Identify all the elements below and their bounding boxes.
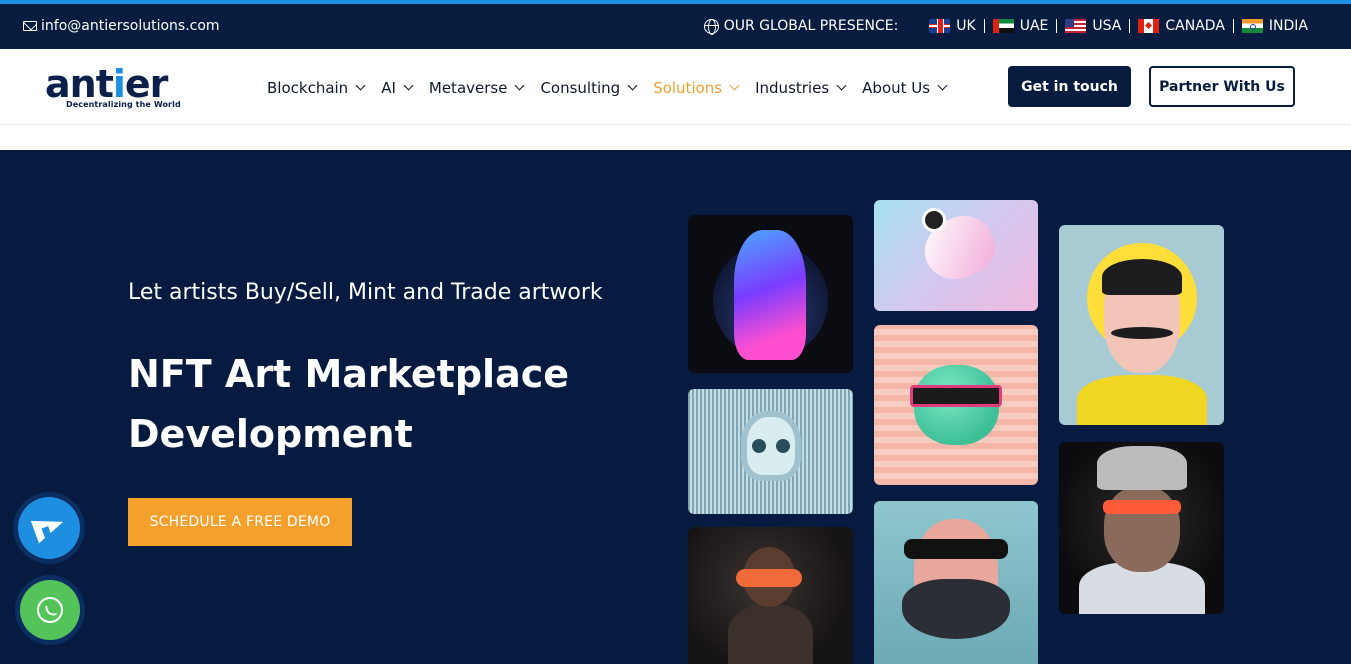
logo-wordmark: antier	[45, 62, 168, 106]
chevron-down-icon	[729, 80, 740, 91]
top-info-bar: info@antiersolutions.com OUR GLOBAL PRES…	[0, 0, 1351, 49]
sunglasses	[904, 539, 1008, 559]
country-link-uk[interactable]: UK	[921, 19, 983, 33]
nav-item-label: Consulting	[540, 79, 621, 97]
main-nav: Blockchain AI Metaverse Consulting Solut…	[267, 79, 963, 97]
global-presence: OUR GLOBAL PRESENCE: UK UAE USA CANADA I…	[703, 18, 1316, 35]
chef-hat	[1097, 446, 1187, 490]
statue-bust-image	[734, 230, 806, 360]
antier-logo[interactable]: antier Decentralizing the World	[45, 62, 195, 114]
skull-eye	[752, 439, 766, 453]
nav-item-about-us[interactable]: About Us	[862, 79, 948, 97]
contact-email[interactable]: info@antiersolutions.com	[23, 18, 220, 34]
nft-card-goggles-girl	[688, 527, 853, 664]
nav-item-label: Metaverse	[428, 79, 508, 97]
nav-item-label: AI	[381, 79, 396, 97]
get-in-touch-button[interactable]: Get in touch	[1008, 66, 1131, 107]
chevron-down-icon	[836, 80, 847, 91]
contact-email-text[interactable]: info@antiersolutions.com	[41, 18, 220, 34]
country-name: UAE	[1019, 18, 1049, 34]
india-flag-icon	[1241, 19, 1263, 33]
whatsapp-icon	[37, 597, 63, 623]
global-presence-label: OUR GLOBAL PRESENCE:	[723, 18, 899, 34]
nft-card-broccoli-glasses	[874, 325, 1038, 485]
telegram-button[interactable]	[18, 497, 80, 559]
country-link-usa[interactable]: USA	[1056, 19, 1129, 33]
nav-item-solutions[interactable]: Solutions	[653, 79, 740, 97]
canada-flag-icon	[1138, 19, 1160, 33]
nav-item-blockchain[interactable]: Blockchain	[267, 79, 366, 97]
nft-card-astronaut	[874, 200, 1038, 311]
country-name: INDIA	[1268, 18, 1308, 34]
character-shirt	[1077, 375, 1207, 425]
hero-section: Let artists Buy/Sell, Mint and Trade art…	[0, 150, 1351, 664]
schedule-demo-button[interactable]: SCHEDULE A FREE DEMO	[128, 498, 352, 546]
nav-item-industries[interactable]: Industries	[755, 79, 847, 97]
whatsapp-button[interactable]	[20, 580, 80, 640]
hero-headline: NFT Art Marketplace Development	[128, 344, 648, 464]
hero-headline-line-1: NFT Art Marketplace	[128, 352, 570, 396]
country-link-india[interactable]: INDIA	[1232, 18, 1316, 34]
mail-icon	[23, 21, 37, 31]
character-visor	[1103, 500, 1181, 514]
nav-item-label: About Us	[862, 79, 931, 97]
country-link-canada[interactable]: CANADA	[1129, 19, 1233, 33]
skull-image	[741, 411, 801, 481]
character-mustache	[1111, 327, 1173, 339]
nft-card-mustache-man	[1059, 225, 1224, 425]
country-link-uae[interactable]: UAE	[983, 18, 1057, 34]
character-hair	[1102, 259, 1182, 295]
globe-icon	[703, 18, 719, 35]
nav-item-label: Solutions	[653, 79, 723, 97]
hero-kicker: Let artists Buy/Sell, Mint and Trade art…	[128, 280, 603, 305]
nav-item-consulting[interactable]: Consulting	[540, 79, 638, 97]
nav-item-label: Blockchain	[267, 79, 349, 97]
logo-tagline: Decentralizing the World	[66, 100, 181, 109]
country-name: UK	[956, 18, 976, 34]
nav-item-ai[interactable]: AI	[381, 79, 414, 97]
chevron-down-icon	[403, 80, 414, 91]
nft-card-glitch-skull	[688, 389, 853, 514]
country-name: USA	[1092, 18, 1122, 34]
sunglasses	[910, 385, 1002, 407]
uk-flag-icon	[929, 19, 951, 33]
skull-eye	[776, 439, 790, 453]
nft-card-chef-ape	[1059, 442, 1224, 614]
hero-headline-line-2: Development	[128, 412, 413, 456]
telegram-icon	[34, 515, 64, 541]
usa-flag-icon	[1065, 19, 1087, 33]
character-head	[1104, 486, 1180, 572]
nav-item-metaverse[interactable]: Metaverse	[428, 79, 525, 97]
chevron-down-icon	[937, 80, 948, 91]
chevron-down-icon	[627, 80, 638, 91]
nft-card-statue-bust	[688, 215, 853, 373]
character-goggles	[736, 569, 802, 587]
character-beard	[902, 579, 1010, 639]
partner-with-us-button[interactable]: Partner With Us	[1149, 66, 1295, 107]
uae-flag-icon	[992, 19, 1014, 33]
chevron-down-icon	[515, 80, 525, 91]
nav-item-label: Industries	[755, 79, 830, 97]
chevron-down-icon	[355, 80, 366, 91]
nft-card-bearded-man	[874, 501, 1038, 664]
country-name: CANADA	[1165, 18, 1225, 34]
astronaut-helmet	[922, 208, 946, 232]
site-header: antier Decentralizing the World Blockcha…	[0, 49, 1351, 125]
character-body	[728, 605, 813, 664]
